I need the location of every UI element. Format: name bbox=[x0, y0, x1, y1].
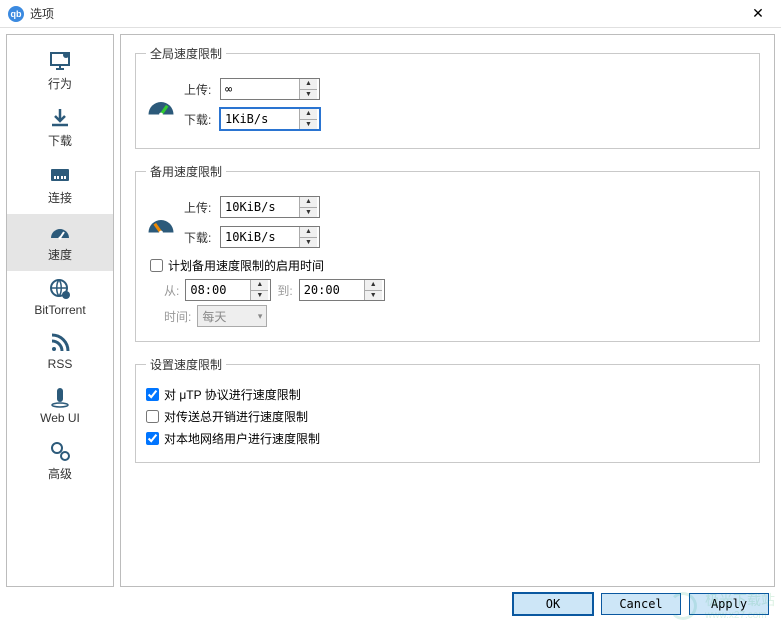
lan-label: 对本地网络用户进行速度限制 bbox=[164, 430, 320, 447]
spin-down[interactable]: ▼ bbox=[251, 291, 268, 301]
when-select[interactable]: 每天 bbox=[197, 305, 267, 327]
download-icon bbox=[46, 106, 74, 130]
alt-limits-group: 备用速度限制 上传: ▲▼ 下载: ▲▼ bbox=[135, 163, 760, 342]
spin-down[interactable]: ▼ bbox=[300, 120, 317, 130]
spin-up[interactable]: ▲ bbox=[251, 280, 268, 291]
global-limits-group: 全局速度限制 上传: ▲▼ 下载: ▲▼ bbox=[135, 45, 760, 149]
from-time-spinner[interactable]: ▲▼ bbox=[185, 279, 271, 301]
options-group: 设置速度限制 对 μTP 协议进行速度限制 对传送总开销进行速度限制 对本地网络… bbox=[135, 356, 760, 463]
global-upload-input[interactable] bbox=[221, 79, 299, 99]
sidebar-item-downloads[interactable]: 下载 bbox=[7, 100, 113, 157]
spin-down[interactable]: ▼ bbox=[365, 291, 382, 301]
schedule-checkbox[interactable] bbox=[150, 259, 163, 272]
alt-upload-input[interactable] bbox=[221, 197, 299, 217]
gauge-icon bbox=[46, 220, 74, 244]
sidebar-item-label: BitTorrent bbox=[34, 303, 85, 317]
sidebar-item-bittorrent[interactable]: BitTorrent bbox=[7, 271, 113, 325]
alt-limits-legend: 备用速度限制 bbox=[146, 163, 226, 180]
spin-down[interactable]: ▼ bbox=[300, 90, 317, 100]
alt-download-spinner[interactable]: ▲▼ bbox=[220, 226, 320, 248]
window-title: 选项 bbox=[30, 5, 743, 22]
sidebar-item-label: 速度 bbox=[48, 246, 72, 263]
global-download-spinner[interactable]: ▲▼ bbox=[220, 108, 320, 130]
global-limits-legend: 全局速度限制 bbox=[146, 45, 226, 62]
alt-download-label: 下载: bbox=[184, 229, 220, 246]
sidebar-item-speed[interactable]: 速度 bbox=[7, 214, 113, 271]
schedule-label: 计划备用速度限制的启用时间 bbox=[168, 257, 324, 274]
spin-up[interactable]: ▲ bbox=[300, 197, 317, 208]
sidebar-item-label: RSS bbox=[48, 357, 73, 371]
sidebar-item-advanced[interactable]: 高级 bbox=[7, 433, 113, 490]
gears-icon bbox=[46, 439, 74, 463]
cancel-button[interactable]: Cancel bbox=[601, 593, 681, 615]
alt-download-input[interactable] bbox=[221, 227, 299, 247]
lan-checkbox[interactable] bbox=[146, 432, 159, 445]
alt-upload-spinner[interactable]: ▲▼ bbox=[220, 196, 320, 218]
options-legend: 设置速度限制 bbox=[146, 356, 226, 373]
to-time-spinner[interactable]: ▲▼ bbox=[299, 279, 385, 301]
spin-down[interactable]: ▼ bbox=[300, 238, 317, 248]
dialog-buttons: OK Cancel Apply bbox=[513, 593, 769, 615]
sidebar-item-label: 下载 bbox=[48, 132, 72, 149]
sidebar-item-label: 高级 bbox=[48, 465, 72, 482]
ethernet-icon bbox=[46, 163, 74, 187]
utp-checkbox[interactable] bbox=[146, 388, 159, 401]
sidebar-item-rss[interactable]: RSS bbox=[7, 325, 113, 379]
apply-button[interactable]: Apply bbox=[689, 593, 769, 615]
utp-label: 对 μTP 协议进行速度限制 bbox=[164, 386, 301, 403]
sidebar-item-label: Web UI bbox=[40, 411, 80, 425]
spin-up[interactable]: ▲ bbox=[300, 227, 317, 238]
globe-gear-icon bbox=[46, 277, 74, 301]
sidebar: 行为 下载 连接 速度 BitTorrent RSS Web UI 高级 bbox=[6, 34, 114, 587]
from-label: 从: bbox=[164, 282, 179, 299]
app-icon: qb bbox=[8, 6, 24, 22]
gauge-green-icon bbox=[146, 92, 176, 116]
close-button[interactable]: ✕ bbox=[743, 5, 773, 22]
global-download-input[interactable] bbox=[221, 109, 299, 129]
content-panel: 全局速度限制 上传: ▲▼ 下载: ▲▼ bbox=[120, 34, 775, 587]
from-time-input[interactable] bbox=[186, 280, 250, 300]
rss-icon bbox=[46, 331, 74, 355]
sidebar-item-behavior[interactable]: 行为 bbox=[7, 43, 113, 100]
server-icon bbox=[46, 385, 74, 409]
monitor-gear-icon bbox=[46, 49, 74, 73]
global-upload-spinner[interactable]: ▲▼ bbox=[220, 78, 320, 100]
overhead-label: 对传送总开销进行速度限制 bbox=[164, 408, 308, 425]
when-label: 时间: bbox=[164, 308, 191, 325]
download-label: 下载: bbox=[184, 111, 220, 128]
to-time-input[interactable] bbox=[300, 280, 364, 300]
to-label: 到: bbox=[277, 282, 292, 299]
overhead-checkbox[interactable] bbox=[146, 410, 159, 423]
spin-up[interactable]: ▲ bbox=[300, 79, 317, 90]
titlebar: qb 选项 ✕ bbox=[0, 0, 781, 28]
spin-up[interactable]: ▲ bbox=[300, 109, 317, 120]
gauge-orange-icon bbox=[146, 210, 176, 234]
spin-up[interactable]: ▲ bbox=[365, 280, 382, 291]
ok-button[interactable]: OK bbox=[513, 593, 593, 615]
sidebar-item-label: 连接 bbox=[48, 189, 72, 206]
sidebar-item-label: 行为 bbox=[48, 75, 72, 92]
spin-down[interactable]: ▼ bbox=[300, 208, 317, 218]
upload-label: 上传: bbox=[184, 81, 220, 98]
sidebar-item-connection[interactable]: 连接 bbox=[7, 157, 113, 214]
alt-upload-label: 上传: bbox=[184, 199, 220, 216]
sidebar-item-webui[interactable]: Web UI bbox=[7, 379, 113, 433]
